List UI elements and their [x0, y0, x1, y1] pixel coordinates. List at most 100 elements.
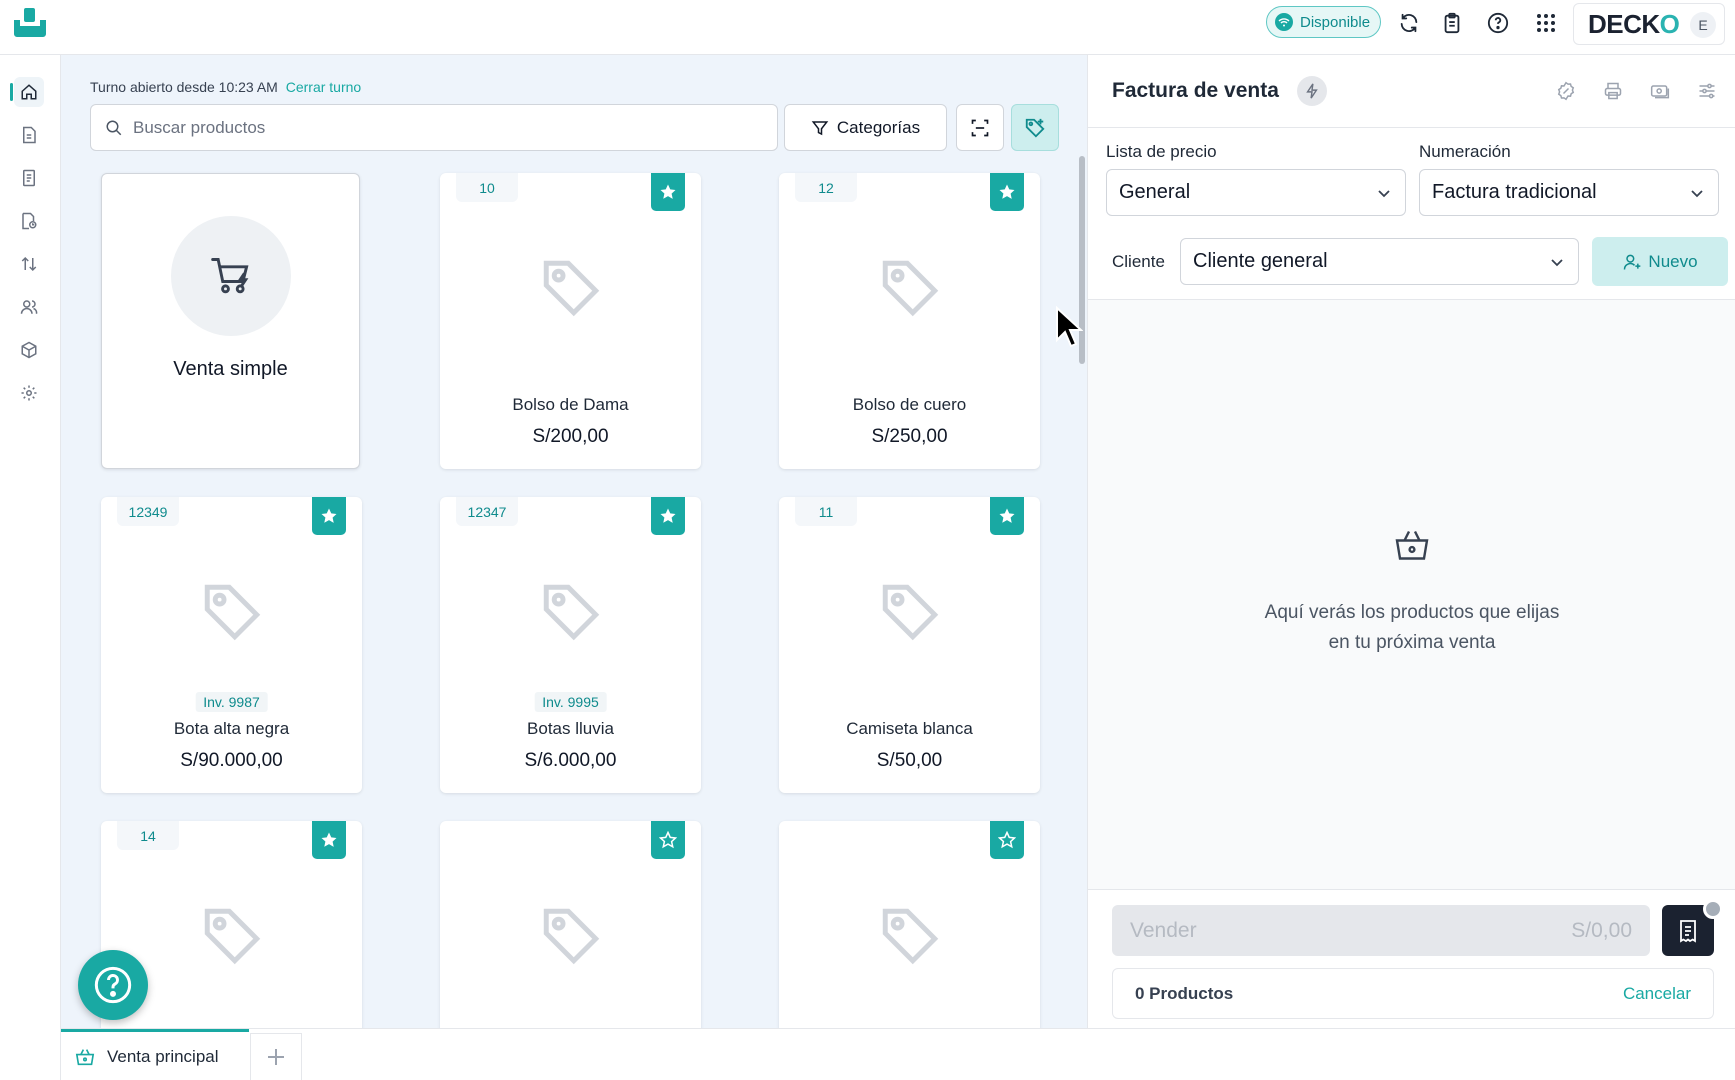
- product-price: S/200,00: [532, 426, 609, 447]
- help-icon[interactable]: [1486, 11, 1510, 35]
- clipboard-icon[interactable]: [1440, 11, 1464, 35]
- product-card[interactable]: 12349 Inv. 9987 Bota alta negra S/90.000…: [101, 497, 362, 793]
- favorite-star-outline-icon[interactable]: [990, 821, 1024, 859]
- receipt-icon: [1678, 919, 1698, 943]
- numbering-select[interactable]: Factura tradicional: [1419, 169, 1719, 216]
- home-icon[interactable]: [14, 77, 44, 107]
- help-button[interactable]: [78, 950, 148, 1020]
- box-icon[interactable]: [14, 335, 44, 365]
- sync-icon[interactable]: [1397, 11, 1421, 35]
- users-icon[interactable]: [14, 292, 44, 322]
- product-code: 10: [456, 173, 518, 202]
- empty-message: Aquí verás los productos que elijas en t…: [1088, 598, 1735, 658]
- tag-placeholder-icon: [538, 903, 604, 969]
- bolt-icon[interactable]: [1297, 76, 1327, 106]
- printer-icon[interactable]: [1601, 79, 1625, 103]
- product-name: Botas lluvia: [527, 719, 614, 738]
- account-menu[interactable]: DECKO E: [1573, 3, 1725, 45]
- product-code: 11: [795, 497, 857, 526]
- product-code: 14: [117, 821, 179, 850]
- simple-sale-card[interactable]: Venta simple: [101, 173, 360, 469]
- numbering-label: Numeración: [1419, 142, 1511, 161]
- favorite-star-icon[interactable]: [312, 497, 346, 535]
- tag-placeholder-icon: [199, 903, 265, 969]
- tag-plus-icon: [1024, 117, 1046, 139]
- cancel-button[interactable]: Cancelar: [1623, 984, 1691, 1004]
- product-price: S/90.000,00: [180, 750, 283, 771]
- sidebar: [0, 55, 61, 1080]
- product-card[interactable]: 12347 Inv. 9995 Botas lluvia S/6.000,00: [440, 497, 701, 793]
- client-value: Cliente general: [1193, 250, 1328, 272]
- categories-label: Categorías: [836, 117, 921, 137]
- favorite-star-icon[interactable]: [312, 821, 346, 859]
- search-icon: [105, 119, 123, 137]
- product-card[interactable]: [779, 821, 1040, 1028]
- sale-tabs: Venta principal: [61, 1028, 1735, 1080]
- barcode-scan-button[interactable]: [956, 104, 1004, 151]
- chevron-down-icon: [1377, 186, 1391, 200]
- chevron-down-icon: [1690, 186, 1704, 200]
- products-count: 0 Productos: [1135, 983, 1234, 1003]
- favorite-star-icon[interactable]: [990, 173, 1024, 211]
- invoice-panel: Factura de venta Lista de precio General…: [1087, 55, 1735, 1028]
- tag-placeholder-icon: [877, 255, 943, 321]
- add-tab-button[interactable]: [250, 1033, 302, 1080]
- favorite-star-icon[interactable]: [651, 497, 685, 535]
- product-name: Camiseta blanca: [846, 719, 973, 738]
- panel-divider: [1088, 127, 1735, 128]
- apps-grid-icon[interactable]: [1534, 11, 1558, 35]
- discount-icon[interactable]: [1554, 79, 1578, 103]
- cash-icon[interactable]: [1648, 79, 1672, 103]
- categories-button[interactable]: Categorías: [784, 104, 947, 151]
- tag-placeholder-icon: [877, 903, 943, 969]
- product-card[interactable]: [440, 821, 701, 1028]
- inventory-badge: Inv. 9995: [534, 692, 607, 712]
- product-card[interactable]: 12 Bolso de cuero S/250,00: [779, 173, 1040, 469]
- favorite-star-outline-icon[interactable]: [651, 821, 685, 859]
- search-box[interactable]: [90, 104, 778, 151]
- basket-icon: [1394, 528, 1430, 562]
- favorite-star-icon[interactable]: [990, 497, 1024, 535]
- cart-summary: 0 Productos Cancelar: [1112, 968, 1714, 1019]
- file-clock-icon[interactable]: [14, 206, 44, 236]
- gear-icon[interactable]: [14, 378, 44, 408]
- close-shift-link[interactable]: Cerrar turno: [286, 79, 361, 95]
- product-name: Bota alta negra: [173, 719, 290, 738]
- product-card[interactable]: 10 Bolso de Dama S/200,00: [440, 173, 701, 469]
- wifi-icon: [1275, 13, 1293, 31]
- empty-message-line2: en tu próxima venta: [1328, 632, 1496, 653]
- scan-icon: [970, 118, 990, 138]
- cart-bolt-icon: [171, 216, 291, 336]
- new-client-button[interactable]: Nuevo: [1592, 237, 1728, 286]
- add-product-button[interactable]: [1011, 104, 1059, 151]
- product-code: 12: [795, 173, 857, 202]
- brand-logo: DECKO: [1588, 8, 1680, 39]
- status-badge[interactable]: Disponible: [1266, 6, 1382, 38]
- avatar[interactable]: E: [1690, 12, 1716, 38]
- product-price: S/50,00: [876, 750, 943, 771]
- top-bar: Disponible DECKO E: [0, 0, 1735, 55]
- invoice-footer: Vender S/0,00 0 Productos Cancelar: [1088, 889, 1735, 1028]
- favorite-star-icon[interactable]: [651, 173, 685, 211]
- tag-placeholder-icon: [538, 579, 604, 645]
- invoice-title: Factura de venta: [1112, 79, 1279, 102]
- notification-dot: [1703, 899, 1723, 919]
- transfer-icon[interactable]: [14, 249, 44, 279]
- app-logo-icon[interactable]: [12, 8, 48, 38]
- product-name: Bolso de Dama: [512, 395, 629, 414]
- tab-venta-principal[interactable]: Venta principal: [61, 1029, 249, 1080]
- empty-message-line1: Aquí verás los productos que elijas: [1264, 602, 1560, 623]
- tag-placeholder-icon: [538, 255, 604, 321]
- price-list-label: Lista de precio: [1106, 142, 1217, 161]
- sell-label: Vender: [1130, 918, 1197, 942]
- settings-sliders-icon[interactable]: [1695, 79, 1719, 103]
- client-select[interactable]: Cliente general: [1180, 238, 1579, 285]
- receipt-icon[interactable]: [14, 163, 44, 193]
- price-list-select[interactable]: General: [1106, 169, 1406, 216]
- sell-total: S/0,00: [1571, 918, 1632, 942]
- product-card[interactable]: 11 Camiseta blanca S/50,00: [779, 497, 1040, 793]
- inventory-badge: Inv. 9987: [195, 692, 268, 712]
- search-input[interactable]: [133, 117, 733, 138]
- sell-button[interactable]: Vender S/0,00: [1112, 905, 1650, 956]
- document-icon[interactable]: [14, 120, 44, 150]
